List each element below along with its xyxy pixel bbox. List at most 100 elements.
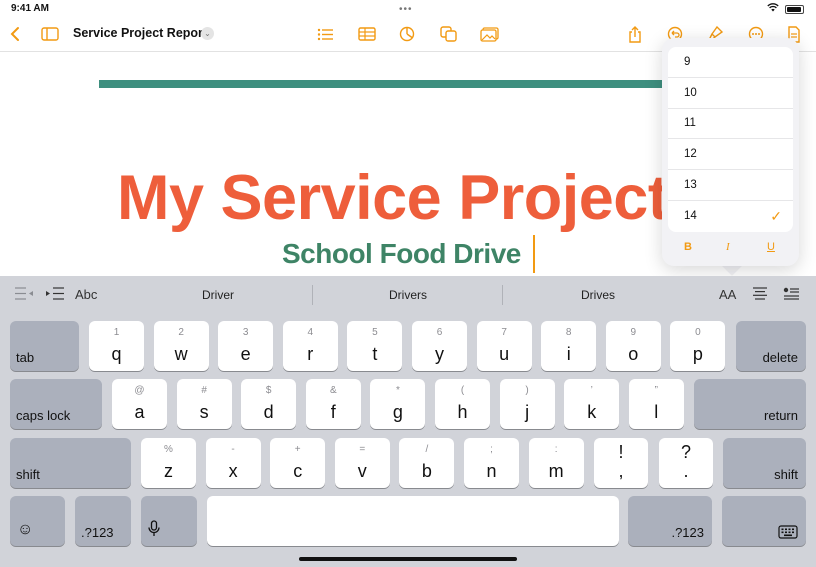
key-n[interactable]: ; n [464,438,519,488]
multitasking-dots[interactable]: ••• [399,4,413,15]
key-c[interactable]: + c [270,438,326,488]
shift-key-left[interactable]: shift [10,438,131,488]
document-subheading[interactable]: School Food Drive [282,238,521,270]
key-s[interactable]: # s [176,379,232,429]
suggestion-word[interactable]: Drives [503,288,693,302]
font-size-option[interactable]: 11 [668,109,793,140]
keyboard-hide-icon [778,525,798,542]
numbers-key-right[interactable]: .?123 [628,496,712,546]
suggestion-bar: Abc Driver Drivers Drives AA [0,276,816,314]
back-chevron-icon[interactable] [2,22,28,46]
shift-key-right[interactable]: shift [723,438,806,488]
italic-button[interactable]: I [726,241,730,253]
key-t[interactable]: 5t [347,321,403,371]
shapes-icon[interactable] [435,22,461,46]
insert-list-icon[interactable] [783,287,800,303]
key-alt-label: / [425,444,429,455]
key-f[interactable]: & f [305,379,361,429]
key-d[interactable]: $ d [241,379,297,429]
key-label: a [134,402,145,422]
key-h[interactable]: (h [435,379,490,429]
font-size-option[interactable]: 9 [668,47,793,78]
hide-keyboard-key[interactable] [722,496,806,546]
font-size-value: 13 [684,179,697,192]
font-size-option[interactable]: 10 [668,78,793,109]
exclamation-comma-key[interactable]: ! , [594,438,648,488]
key-l[interactable]: ” l [628,379,684,429]
share-icon[interactable] [622,22,648,46]
key-q[interactable]: 1q [89,321,144,371]
key-a[interactable]: @ a [112,379,167,429]
bold-button[interactable]: B [684,241,692,253]
status-time: 9:41 AM [11,3,49,14]
underline-button[interactable]: U [767,241,775,253]
font-size-value: 10 [684,86,697,99]
key-x[interactable]: -x [205,438,261,488]
font-size-value: 14 [684,210,697,223]
key-m[interactable]: :m [528,438,584,488]
dictation-key[interactable] [141,496,197,546]
key-b[interactable]: / b [399,438,455,488]
chart-icon[interactable] [394,22,420,46]
question-period-key[interactable]: ? . [659,438,713,488]
return-key[interactable]: return [694,379,806,429]
microphone-icon [148,520,160,540]
key-label: .?123 [671,525,704,540]
checkmark-icon: ✓ [770,207,782,224]
key-i[interactable]: 8i [541,321,597,371]
key-v[interactable]: = v [334,438,390,488]
key-k[interactable]: ’ k [564,379,620,429]
key-y[interactable]: 6y [412,321,467,371]
key-w[interactable]: 2w [153,321,209,371]
key-r[interactable]: 4r [282,321,338,371]
document-title[interactable]: Service Project Report [73,26,207,40]
tab-key[interactable]: tab [10,321,79,371]
status-indicators [767,3,804,15]
numbers-key-left[interactable]: .?123 [75,496,131,546]
status-bar: 9:41 AM ••• [0,0,816,18]
spellcheck-abc-button[interactable]: Abc [75,287,97,302]
indent-icon[interactable] [45,287,65,303]
key-label: caps lock [16,408,71,423]
caps-lock-key[interactable]: caps lock [10,379,102,429]
key-label: f [330,402,336,422]
table-icon[interactable] [354,22,380,46]
delete-key[interactable]: delete [736,321,806,371]
key-g[interactable]: * g [370,379,426,429]
emoji-key[interactable]: ☺ [10,496,65,546]
suggestion-word[interactable]: Driver [123,288,313,302]
list-icon[interactable] [312,22,338,46]
outdent-icon[interactable] [14,287,34,303]
key-label: u [499,344,510,364]
key-u[interactable]: 7u [476,321,532,371]
key-label: .?123 [81,525,114,540]
text-size-button[interactable]: AA [719,287,736,302]
key-label: q [111,344,122,364]
key-alt-label: & [329,385,337,396]
key-label: y [435,344,444,364]
media-icon[interactable] [476,22,502,46]
suggestion-word[interactable]: Drivers [313,288,503,302]
key-label: n [486,461,497,481]
title-menu-chevron-icon[interactable]: ⌄ [201,27,214,40]
space-bar[interactable] [207,496,619,546]
font-size-option[interactable]: 13 [668,170,793,201]
key-z[interactable]: % z [141,438,196,488]
sidebar-icon[interactable] [37,22,63,46]
font-size-option-selected[interactable]: 14 ✓ [668,201,793,232]
home-indicator[interactable] [299,557,517,561]
key-o[interactable]: 9o [605,321,661,371]
document-heading[interactable]: My Service Project [117,162,666,234]
font-size-popover: 9 10 11 12 13 14 ✓ B I U [662,38,799,266]
key-label: t [372,344,378,364]
text-cursor [533,235,535,273]
key-alt-label: ! [618,442,624,462]
align-center-icon[interactable] [752,287,768,303]
key-alt-label: ’ [590,385,593,396]
font-size-option[interactable]: 12 [668,139,793,171]
key-p[interactable]: 0p [670,321,726,371]
emoji-icon: ☺ [17,521,34,538]
key-j[interactable]: ) j [499,379,555,429]
key-e[interactable]: 3e [218,321,274,371]
key-alt-label: 7 [501,327,507,338]
